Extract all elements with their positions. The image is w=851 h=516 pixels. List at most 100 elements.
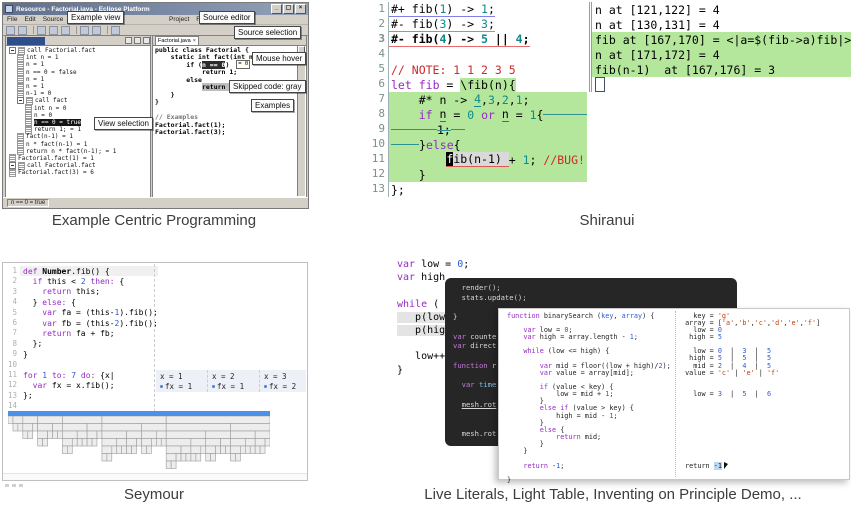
call-trace-visualization[interactable] — [8, 416, 270, 470]
title-bar[interactable]: Resource - Factorial.java - Eclipse Plat… — [3, 3, 308, 15]
editor-tab[interactable]: Factorial.java × — [155, 36, 199, 45]
code-line: stats.update(); — [453, 293, 737, 303]
trace-call-bar — [151, 439, 156, 447]
tree-item[interactable]: call Factorial.fact — [6, 47, 150, 54]
toolbar-icon[interactable] — [37, 26, 46, 35]
view-minimize-icon[interactable] — [134, 37, 141, 44]
bottom-scrollbar[interactable] — [3, 473, 307, 480]
trace-call-bar — [38, 424, 53, 432]
code-line: 1#+ fib(1) -> 1; — [371, 2, 587, 17]
maximize-button[interactable]: ▢ — [283, 4, 294, 14]
line-number: 9 — [4, 349, 20, 359]
toolbar-icon[interactable] — [6, 26, 15, 35]
editor-scrollbar[interactable] — [297, 46, 305, 196]
line-number: 11 — [4, 370, 20, 380]
tree-item-label: int n = 1 — [26, 54, 59, 61]
callout-mouse-hover: Mouse hover — [252, 52, 306, 65]
tree-item-label: call fact — [35, 97, 68, 104]
trace-call-bar — [166, 416, 270, 424]
trace-call-bar — [102, 431, 127, 439]
toolbar-icon[interactable] — [80, 26, 89, 35]
trace-call-bar — [28, 431, 33, 439]
trace-call-bar — [181, 454, 186, 462]
status-text: n == 0 = true — [7, 199, 49, 207]
code-line: n at [121,122] = 4 — [592, 2, 851, 17]
trace-call-bar — [132, 446, 137, 454]
line-number: 3 — [371, 32, 389, 47]
trace-call-bar — [48, 431, 53, 439]
tree-item-label: n = 1 — [26, 83, 44, 90]
trace-call-bar — [166, 461, 171, 469]
probe-cell: x = 2fx = 1 — [208, 370, 260, 392]
status-bar: n == 0 = true — [3, 197, 308, 208]
caption-seymour: Seymour — [0, 486, 308, 503]
probe-cells: x = 1fx = 1x = 2fx = 1x = 3fx = 2x = 4fx… — [156, 370, 306, 392]
tree-item[interactable]: n * fact(n-1) = 1 — [6, 140, 150, 147]
tree-item[interactable]: Factorial.fact(1) = 1 — [6, 155, 150, 162]
tree-item[interactable]: int n = 1 — [6, 54, 150, 61]
tree-item-label: n = 0 — [34, 112, 52, 119]
trace-call-bar — [161, 439, 166, 447]
menu-item-source[interactable]: Source — [43, 16, 64, 23]
tree-item-label: n == 0 = false — [26, 69, 77, 76]
line-number: 1 — [4, 266, 20, 276]
view-close-icon[interactable] — [143, 37, 150, 44]
toolbar-icon[interactable] — [111, 26, 120, 35]
inventing-on-principle-window: function binarySearch (key, array) { var… — [498, 308, 850, 480]
code-line: 2#- fib(3) -> 3; — [371, 17, 587, 32]
toolbar-icon[interactable] — [18, 26, 27, 35]
trace-call-bar — [127, 439, 137, 447]
line-number: 10 — [4, 360, 20, 370]
dot-icon — [264, 385, 267, 388]
line-number: 8 — [4, 339, 20, 349]
menu-item-project[interactable]: Project — [169, 16, 189, 23]
code-line: } — [507, 441, 671, 448]
probe-x-value: x = 2 — [212, 371, 259, 381]
app-icon — [5, 5, 13, 13]
tree-item[interactable]: n = 1 — [6, 61, 150, 68]
expander-icon[interactable] — [9, 47, 16, 54]
trace-call-bar — [221, 446, 226, 454]
trace-call-bar — [127, 446, 132, 454]
tab-close-icon[interactable]: × — [193, 37, 196, 45]
tree-item[interactable]: n == 0 = false — [6, 69, 150, 76]
example-view-tab[interactable] — [7, 37, 45, 45]
tree-item[interactable]: Factorial.fact(3) = 6 — [6, 169, 150, 176]
trace-call-bar — [211, 454, 216, 462]
toolbar-icon[interactable] — [92, 26, 101, 35]
trace-call-bar — [166, 454, 176, 462]
trace-call-bar — [127, 431, 142, 439]
trace-call-bar — [216, 446, 221, 454]
close-button[interactable]: × — [295, 4, 306, 14]
toolbar-separator — [76, 26, 77, 34]
line-number: 6 — [4, 318, 20, 328]
probe-fx-value: fx = 2 — [264, 381, 306, 391]
minimize-button[interactable]: _ — [271, 4, 282, 14]
tree-item-label: call Factorial.fact — [27, 47, 96, 54]
trace-call-bar — [166, 439, 191, 447]
trace-call-bar — [191, 454, 196, 462]
editor-tab-label: Factorial.java — [158, 37, 191, 45]
trace-call-bar — [87, 424, 102, 432]
tree-item[interactable]: n = 1 — [6, 83, 150, 90]
line-number: 8 — [371, 107, 389, 122]
expander-icon[interactable] — [9, 162, 16, 169]
trace-call-bar — [206, 439, 221, 447]
tree-item[interactable]: return n * fact(n-1); = 1 — [6, 148, 150, 155]
trace-call-bar — [206, 454, 211, 462]
menu-item-edit[interactable]: Edit — [24, 16, 35, 23]
line-number: 10 — [371, 137, 389, 152]
view-menu-icon[interactable] — [125, 37, 132, 44]
tree-item[interactable]: call Factorial.fact — [6, 162, 150, 169]
expander-icon[interactable] — [17, 97, 24, 104]
code-line: high = 5 — [681, 333, 820, 340]
menu-item-file[interactable]: File — [7, 16, 17, 23]
toolbar-icon[interactable] — [49, 26, 58, 35]
code-line — [681, 426, 820, 433]
trace-call-bar — [221, 439, 231, 447]
toolbar-icon[interactable] — [61, 26, 70, 35]
tree-item[interactable]: n = 1 — [6, 76, 150, 83]
code-line: 3#- fib(4) -> 5 || 4; — [371, 32, 587, 47]
tree-item[interactable]: fact(n-1) = 1 — [6, 133, 150, 140]
line-number: 6 — [371, 77, 389, 92]
